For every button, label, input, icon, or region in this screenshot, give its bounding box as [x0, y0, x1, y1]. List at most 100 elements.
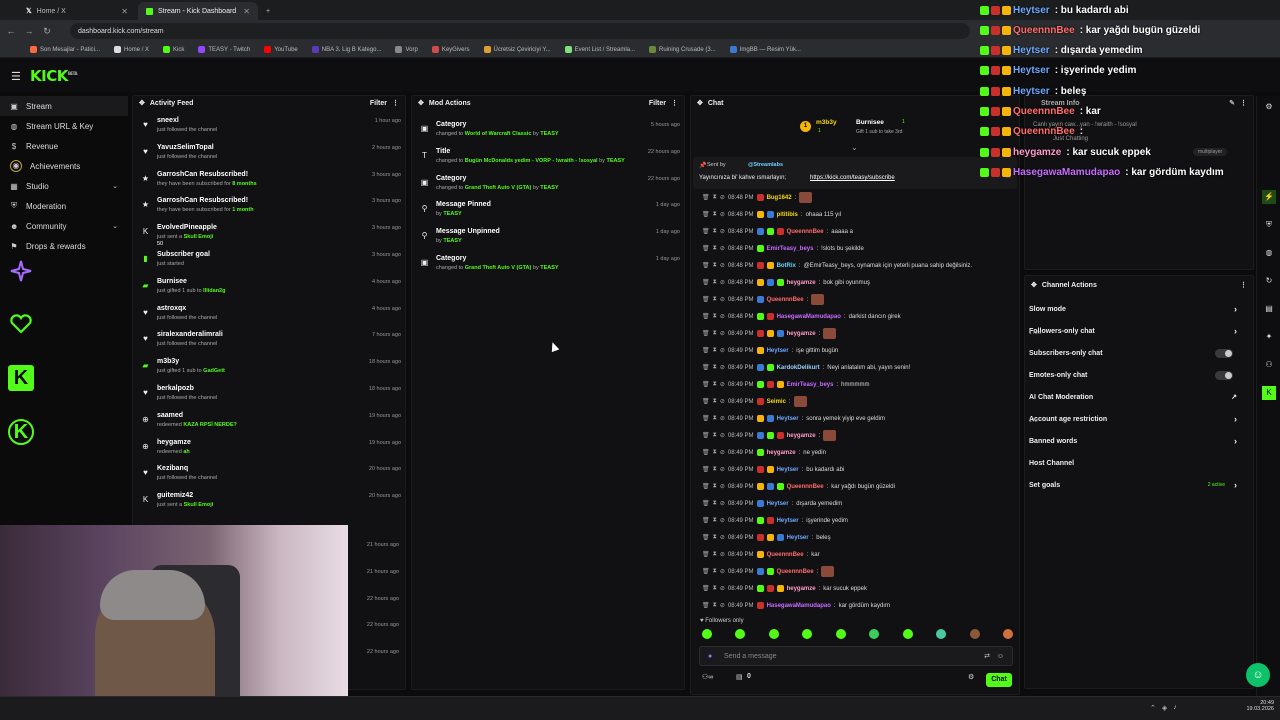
ban-icon[interactable]: ⊘: [720, 602, 725, 609]
ban-icon[interactable]: ⊘: [720, 228, 725, 235]
feed-item[interactable]: ♥ Kezibanq just followed the channel 20 hou…: [139, 464, 401, 491]
chat-message[interactable]: 🗑 ⧗ ⊘ 08:49 PM QueennnBee: kar: [702, 546, 820, 563]
timeout-icon[interactable]: ⧗: [713, 330, 717, 337]
delete-icon[interactable]: 🗑: [702, 194, 710, 201]
users-icon[interactable]: ⚇∞: [702, 674, 713, 681]
feed-item[interactable]: K EvolvedPineapple just sent a Skull Emoji…: [139, 223, 401, 250]
ban-icon[interactable]: ⊘: [720, 296, 725, 303]
ban-icon[interactable]: ⊘: [720, 313, 725, 320]
timeout-icon[interactable]: ⧗: [713, 296, 717, 303]
chat-message[interactable]: 🗑 ⧗ ⊘ 08:48 PM BotRix: @EmirTeasy_beys, oynam…: [702, 257, 972, 274]
timeout-icon[interactable]: ⧗: [713, 262, 717, 269]
toggle-switch[interactable]: [1215, 370, 1233, 380]
back-icon[interactable]: ←: [4, 26, 18, 36]
ban-icon[interactable]: ⊘: [720, 415, 725, 422]
chat-message[interactable]: 🗑 ⧗ ⊘ 08:49 PM Heytser: sonra yemek yiyip eve…: [702, 410, 885, 427]
forward-icon[interactable]: →: [22, 26, 36, 36]
emote-icon[interactable]: [1002, 629, 1013, 639]
chat-message[interactable]: 🗑 ⧗ ⊘ 08:48 PM QueennnBee: aaaaa a: [702, 223, 853, 240]
network-icon[interactable]: ◈: [1162, 704, 1167, 712]
delete-icon[interactable]: 🗑: [702, 381, 710, 388]
message-username[interactable]: EmirTeasy_beys: [787, 382, 834, 388]
chat-message[interactable]: 🗑 ⧗ ⊘ 08:49 PM heygamze: kar sucuk eppek: [702, 580, 867, 597]
chat-message[interactable]: 🗑 ⧗ ⊘ 08:48 PM HasegawaMamudapao: darkist dan…: [702, 308, 901, 325]
bookmark[interactable]: KeyGivers: [431, 45, 470, 53]
timeout-icon[interactable]: ⧗: [713, 279, 717, 286]
drag-handle-icon[interactable]: ✥: [418, 99, 424, 107]
delete-icon[interactable]: 🗑: [702, 279, 710, 286]
timeout-icon[interactable]: ⧗: [713, 500, 717, 507]
channel-action-row[interactable]: Slow mode ›: [1029, 298, 1241, 320]
chat-message[interactable]: 🗑 ⧗ ⊘ 08:49 PM Heytser: beleş: [702, 529, 831, 546]
message-username[interactable]: QueennnBee: [767, 552, 804, 558]
timeout-icon[interactable]: ⧗: [713, 449, 717, 456]
feed-item[interactable]: ⊕ heygamze redeemed ah 19 hours ago: [139, 438, 401, 465]
chat-message[interactable]: 🗑 ⧗ ⊘ 08:48 PM Bug1642:: [702, 189, 813, 206]
kick-green-icon[interactable]: K: [1262, 386, 1276, 400]
message-username[interactable]: Seimic: [767, 399, 786, 405]
timeout-icon[interactable]: ⧗: [713, 347, 717, 354]
bookmark[interactable]: Home / X: [114, 45, 149, 53]
sidebar-item-community[interactable]: ☻ Community ⌄: [0, 216, 128, 236]
chat-message[interactable]: 🗑 ⧗ ⊘ 08:48 PM EmirTeasy_beys: !slots bu şeki…: [702, 240, 864, 257]
chat-bubble-icon[interactable]: ◍: [1262, 246, 1276, 260]
message-username[interactable]: Heytser: [777, 467, 799, 473]
mod-action-item[interactable]: ▣ Category changed to Grand Theft Auto V (…: [418, 254, 680, 281]
ban-icon[interactable]: ⊘: [720, 364, 725, 371]
mic-icon[interactable]: ●: [708, 653, 712, 660]
timeout-icon[interactable]: ⧗: [713, 364, 717, 371]
chat-send-button[interactable]: Chat: [986, 673, 1012, 687]
chat-message[interactable]: 🗑 ⧗ ⊘ 08:49 PM KardokDelikurt: Neyi anlatalım…: [702, 359, 910, 376]
expand-chevron-icon[interactable]: ⌄: [851, 143, 858, 152]
drag-handle-icon[interactable]: ✥: [1031, 281, 1037, 289]
feed-item[interactable]: ♥ astroxqx just followed the channel 4 hour…: [139, 304, 401, 331]
delete-icon[interactable]: 🗑: [702, 568, 710, 575]
ban-icon[interactable]: ⊘: [720, 245, 725, 252]
settings-gear-icon[interactable]: ⚙: [968, 673, 974, 681]
timeout-icon[interactable]: ⧗: [713, 568, 717, 575]
delete-icon[interactable]: 🗑: [702, 534, 710, 541]
more-options-icon[interactable]: ⋮: [1240, 281, 1247, 289]
timeout-icon[interactable]: ⧗: [713, 381, 717, 388]
chat-message[interactable]: 🗑 ⧗ ⊘ 08:49 PM Heytser: işyerinde yedim: [702, 512, 848, 529]
feed-item[interactable]: ★ GarroshCan Resubscribed! they have been …: [139, 170, 401, 197]
emote-icon[interactable]: [969, 629, 980, 639]
filter-button[interactable]: Filter: [649, 100, 666, 107]
translate-icon[interactable]: ⇄: [984, 652, 990, 660]
sidebar-item-stream-url[interactable]: ◍ Stream URL & Key: [0, 116, 128, 136]
channel-action-row[interactable]: Banned words ›: [1029, 430, 1241, 452]
message-username[interactable]: heygamze: [767, 450, 796, 456]
channel-action-row[interactable]: Emotes-only chat: [1029, 364, 1241, 386]
send-message-input[interactable]: ● Send a message ⇄ ☺: [699, 646, 1013, 666]
sidebar-item-studio[interactable]: ▦ Studio ⌄: [0, 176, 128, 196]
emote-icon[interactable]: [936, 629, 947, 639]
delete-icon[interactable]: 🗑: [702, 347, 710, 354]
feed-item[interactable]: ♥ sneexl just followed the channel 1 hour a…: [139, 116, 401, 143]
filter-button[interactable]: Filter: [370, 100, 387, 107]
message-username[interactable]: Heytser: [787, 535, 809, 541]
clock[interactable]: 20:49 19.03.2026: [1238, 700, 1274, 712]
chat-message[interactable]: 🗑 ⧗ ⊘ 08:49 PM HasegawaMamudapao: kar gördüm …: [702, 597, 890, 614]
chat-float-button[interactable]: ☺: [1246, 663, 1270, 687]
ban-icon[interactable]: ⊘: [720, 194, 725, 201]
emoji-icon[interactable]: ☺: [997, 653, 1004, 660]
feed-item[interactable]: ♥ berkalpozb just followed the channel 18 h…: [139, 384, 401, 411]
feed-item[interactable]: ♥ YavuzSelimTopal just followed the channe…: [139, 143, 401, 170]
message-username[interactable]: pititibis: [777, 212, 798, 218]
ban-icon[interactable]: ⊘: [720, 551, 725, 558]
delete-icon[interactable]: 🗑: [702, 449, 710, 456]
delete-icon[interactable]: 🗑: [702, 398, 710, 405]
ban-icon[interactable]: ⊘: [720, 449, 725, 456]
url-input[interactable]: dashboard.kick.com/stream: [70, 23, 970, 39]
mod-action-item[interactable]: ⚲ Message Unpinned by TEASY 1 day ago: [418, 227, 680, 254]
timeout-icon[interactable]: ⧗: [713, 551, 717, 558]
message-username[interactable]: Heytser: [777, 518, 799, 524]
delete-icon[interactable]: 🗑: [702, 245, 710, 252]
emote-icon[interactable]: [735, 629, 746, 639]
feed-item[interactable]: ♥ siralexanderalimrali just followed the c…: [139, 330, 401, 357]
timeout-icon[interactable]: ⧗: [713, 194, 717, 201]
menu-icon[interactable]: ☰: [11, 70, 21, 83]
timeout-icon[interactable]: ⧗: [713, 483, 717, 490]
close-tab-icon[interactable]: ✕: [243, 7, 250, 16]
delete-icon[interactable]: 🗑: [702, 364, 710, 371]
